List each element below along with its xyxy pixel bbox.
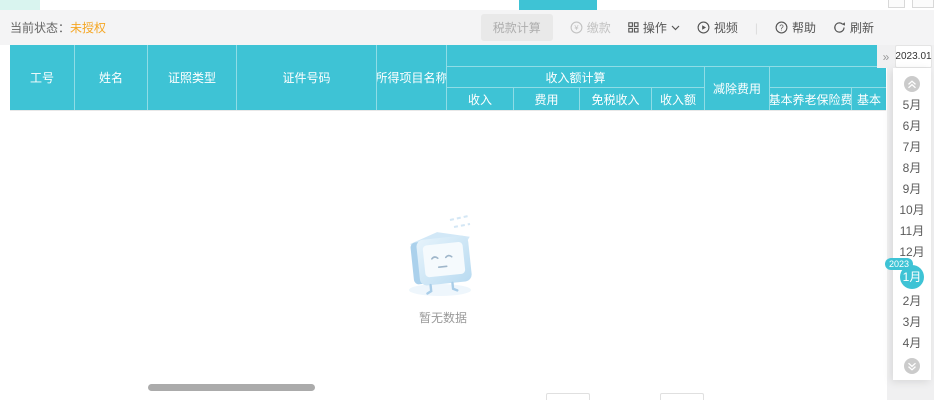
cutoff-button-fragment	[546, 393, 590, 400]
empty-state: 暂无数据	[383, 210, 503, 326]
yuan-circle-icon: ¥	[570, 21, 583, 34]
column-header-employee-id: 工号	[10, 45, 75, 110]
top-strip	[0, 0, 934, 10]
month-item[interactable]: 9月	[893, 179, 931, 200]
toolbar-actions: 税款计算 ¥ 缴款 操作 视频 | ? 帮助 刷新	[480, 14, 874, 41]
column-header-deduction: 减除费用	[705, 67, 770, 110]
help-button[interactable]: ? 帮助	[775, 19, 816, 36]
month-item[interactable]: 3月	[893, 312, 931, 333]
status-label: 当前状态：	[10, 21, 71, 35]
toolbar: 当前状态：未授权 税款计算 ¥ 缴款 操作 视频 | ? 帮助 刷新	[0, 10, 934, 45]
group-header-insurance	[770, 67, 886, 88]
year-badge: 2023	[885, 258, 914, 270]
month-item[interactable]: 7月	[893, 137, 931, 158]
question-circle-icon: ?	[775, 21, 788, 34]
column-header-pension-insurance: 基本养老保险费	[770, 88, 852, 110]
refresh-label: 刷新	[849, 21, 874, 35]
double-chevron-down-icon	[908, 362, 916, 371]
help-label: 帮助	[791, 21, 816, 35]
chevron-down-icon	[671, 25, 680, 31]
month-item[interactable]: 4月	[893, 333, 931, 354]
window-control-fragment	[912, 0, 934, 8]
table-header: 工号 姓名 证照类型 证件号码 所得项目名称 收入额计算 减除费用 收入 费用 …	[10, 45, 886, 110]
column-header-name: 姓名	[75, 45, 148, 110]
scroll-months-up-button[interactable]	[904, 76, 920, 92]
refresh-icon	[833, 21, 846, 34]
window-control-fragment	[888, 0, 905, 8]
play-circle-icon	[697, 21, 710, 34]
empty-state-text: 暂无数据	[418, 311, 467, 325]
video-label: 视频	[713, 21, 738, 35]
collapse-panel-button[interactable]: »	[877, 45, 895, 68]
month-item[interactable]: 11月	[893, 221, 931, 242]
current-status: 当前状态：未授权	[10, 19, 106, 36]
mint-tab-fragment	[0, 0, 40, 10]
pay-button[interactable]: ¥ 缴款	[570, 19, 611, 36]
column-header-fee: 费用	[514, 88, 580, 110]
month-item[interactable]: 5月	[893, 95, 931, 116]
month-item[interactable]: 2月	[893, 291, 931, 312]
toolbar-divider: |	[754, 20, 758, 35]
header-top-band	[447, 45, 886, 67]
month-list: 5月 6月 7月 8月 9月 10月 11月 12月 2023 1月 2月 3月…	[885, 95, 931, 355]
svg-text:?: ?	[779, 23, 784, 32]
refresh-button[interactable]: 刷新	[833, 19, 874, 36]
svg-text:¥: ¥	[574, 23, 579, 32]
main-content: 工号 姓名 证照类型 证件号码 所得项目名称 收入额计算 减除费用 收入 费用 …	[0, 45, 934, 400]
column-header-id-type: 证照类型	[148, 45, 237, 110]
period-display[interactable]: 2023.01	[895, 45, 932, 68]
cutoff-button-fragment	[660, 393, 704, 400]
horizontal-scrollbar-thumb[interactable]	[148, 384, 315, 391]
month-item[interactable]: 10月	[893, 200, 931, 221]
column-header-income: 收入	[447, 88, 514, 110]
grid-icon	[628, 22, 639, 33]
column-header-tax-free-income: 免税收入	[580, 88, 652, 110]
column-header-income-item: 所得项目名称	[377, 45, 447, 110]
double-chevron-right-icon: »	[882, 49, 890, 64]
group-header-income-calc: 收入额计算	[447, 67, 705, 88]
pay-label: 缴款	[586, 21, 611, 35]
operate-dropdown[interactable]: 操作	[628, 19, 680, 36]
teal-tab-fragment	[519, 0, 597, 10]
month-item-selected[interactable]: 2023 1月	[885, 258, 924, 289]
double-chevron-up-icon	[908, 79, 916, 88]
video-button[interactable]: 视频	[697, 19, 738, 36]
month-panel: 5月 6月 7月 8月 9月 10月 11月 12月 2023 1月 2月 3月…	[885, 68, 931, 380]
empty-box-illustration	[409, 215, 472, 296]
scroll-months-down-button[interactable]	[904, 358, 920, 374]
operate-label: 操作	[642, 21, 667, 35]
column-header-id-number: 证件号码	[237, 45, 377, 110]
status-value: 未授权	[70, 21, 107, 35]
month-item[interactable]: 6月	[893, 116, 931, 137]
month-item[interactable]: 8月	[893, 158, 931, 179]
selected-month-label: 1月	[902, 270, 922, 284]
column-header-medical-insurance-clipped: 基本	[857, 92, 882, 107]
tax-calc-button[interactable]: 税款计算	[480, 14, 553, 41]
column-header-income-amount: 收入额	[652, 88, 705, 110]
